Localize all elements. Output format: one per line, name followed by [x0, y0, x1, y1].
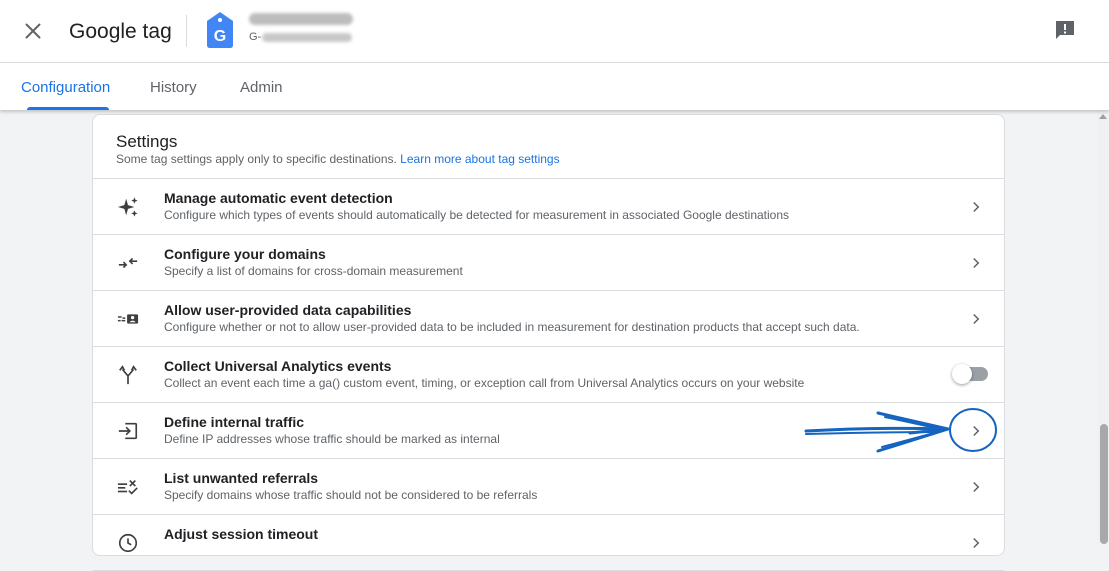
chevron-right-icon[interactable]: [967, 198, 985, 216]
setting-description: Define IP addresses whose traffic should…: [164, 432, 500, 446]
settings-subtitle: Some tag settings apply only to specific…: [116, 152, 560, 166]
active-tab-indicator: [27, 107, 109, 110]
toggle-knob: [952, 364, 972, 384]
account-id-prefix: G-: [249, 31, 262, 43]
setting-row-user-provided-data[interactable]: Allow user-provided data capabilities Co…: [93, 291, 1004, 347]
feedback-icon[interactable]: [1053, 18, 1077, 42]
setting-row-configure-domains[interactable]: Configure your domains Specify a list of…: [93, 235, 1004, 291]
collect-ua-events-toggle[interactable]: [952, 364, 988, 384]
account-id: G-: [249, 31, 353, 43]
setting-description: Specify a list of domains for cross-doma…: [164, 264, 463, 278]
setting-description: Configure which types of events should a…: [164, 208, 790, 222]
tab-configuration[interactable]: Configuration: [21, 79, 110, 96]
setting-title: Configure your domains: [164, 246, 326, 262]
setting-title: Define internal traffic: [164, 414, 305, 430]
sparkle-icon: [117, 197, 138, 217]
setting-row-unwanted-referrals[interactable]: List unwanted referrals Specify domains …: [93, 459, 1004, 515]
input-icon: [118, 422, 138, 440]
fork-arrows-icon: [119, 365, 137, 385]
merge-arrows-icon: [118, 257, 138, 269]
setting-title: Adjust session timeout: [164, 526, 319, 542]
chevron-right-icon[interactable]: [967, 254, 985, 272]
settings-title: Settings: [116, 132, 178, 151]
setting-description: Configure whether or not to allow user-p…: [164, 320, 860, 334]
setting-title: Manage automatic event detection: [164, 190, 393, 206]
setting-description: Specify domains whose traffic should not…: [164, 488, 538, 502]
settings-header: Settings Some tag settings apply only to…: [93, 115, 1004, 179]
chevron-right-icon[interactable]: [967, 478, 985, 496]
setting-row-universal-analytics-events: Collect Universal Analytics events Colle…: [93, 347, 1004, 403]
tab-admin[interactable]: Admin: [240, 79, 283, 96]
top-bar: Google tag G G-: [0, 0, 1109, 63]
svg-text:G: G: [214, 28, 226, 45]
setting-row-session-timeout[interactable]: Adjust session timeout: [93, 515, 1004, 571]
scrollbar-thumb[interactable]: [1100, 424, 1108, 544]
setting-title: List unwanted referrals: [164, 470, 319, 486]
clock-icon: [118, 533, 138, 553]
setting-title: Collect Universal Analytics events: [164, 358, 392, 374]
close-icon[interactable]: [20, 18, 46, 44]
account-name-redacted: [249, 13, 353, 25]
rule-icon: [117, 479, 138, 495]
chevron-right-icon[interactable]: [967, 534, 985, 552]
account-id-redacted: [262, 32, 353, 42]
header-divider: [186, 15, 187, 47]
settings-subtitle-text: Some tag settings apply only to specific…: [116, 152, 397, 166]
google-tag-logo-icon: G: [207, 12, 233, 48]
tab-history[interactable]: History: [150, 79, 197, 96]
settings-card: Settings Some tag settings apply only to…: [92, 114, 1005, 571]
scroll-up-arrow-icon[interactable]: [1099, 114, 1107, 119]
setting-row-define-internal-traffic[interactable]: Define internal traffic Define IP addres…: [93, 403, 1004, 459]
user-data-icon: [117, 314, 139, 324]
tab-bar: Configuration History Admin: [0, 63, 1109, 110]
chevron-right-icon[interactable]: [967, 422, 985, 440]
chevron-right-icon[interactable]: [967, 310, 985, 328]
setting-description: Collect an event each time a ga() custom…: [164, 376, 805, 390]
learn-more-link[interactable]: Learn more about tag settings: [400, 152, 559, 166]
setting-title: Allow user-provided data capabilities: [164, 302, 412, 318]
setting-row-automatic-event-detection[interactable]: Manage automatic event detection Configu…: [93, 179, 1004, 235]
app-title: Google tag: [69, 20, 172, 43]
